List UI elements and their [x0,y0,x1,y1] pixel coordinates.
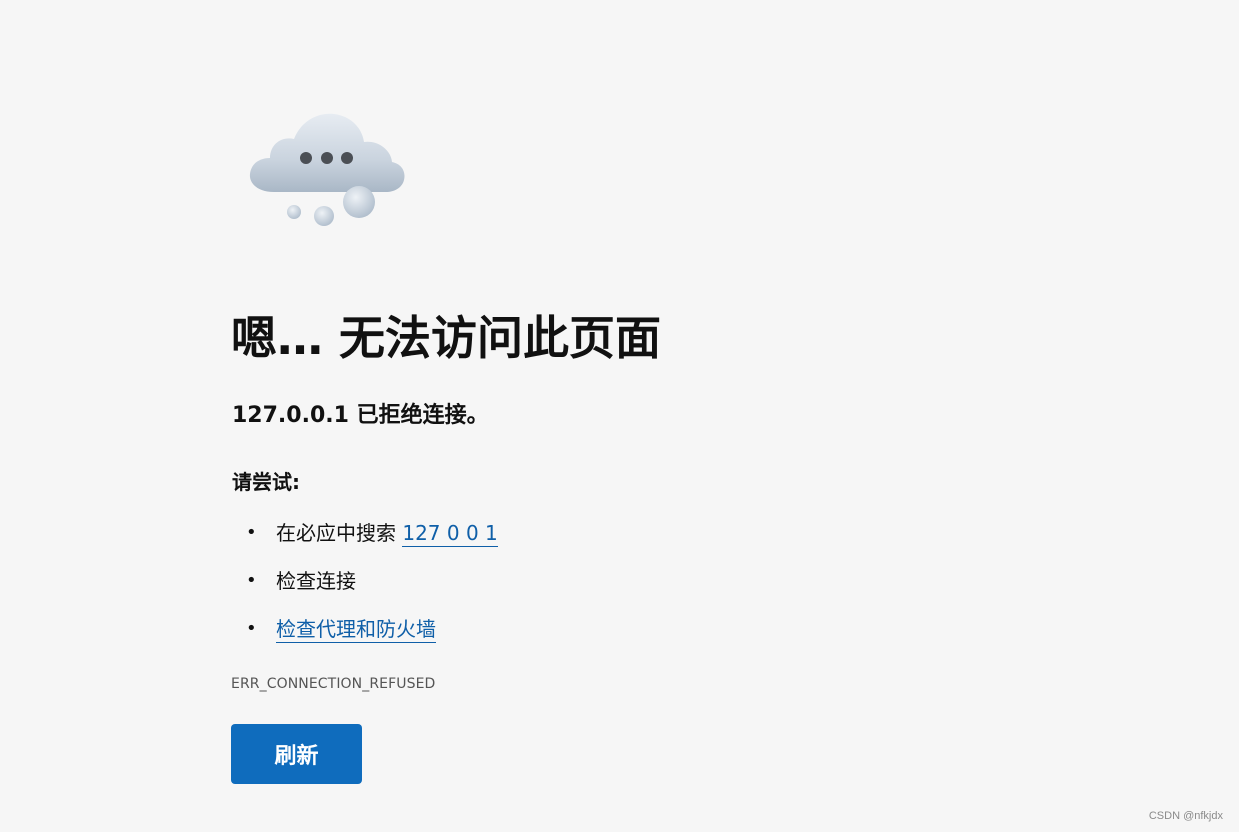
check-proxy-firewall-link[interactable]: 检查代理和防火墙 [276,617,436,643]
refresh-button[interactable]: 刷新 [231,724,362,784]
list-item: • 检查代理和防火墙 [232,612,498,660]
error-subtitle: 127.0.0.1 已拒绝连接。 [232,403,489,428]
bing-search-link[interactable]: 127 0 0 1 [402,521,498,547]
list-item: • 检查连接 [232,564,498,612]
try-heading: 请尝试: [232,470,300,494]
error-page: 嗯… 无法访问此页面 127.0.0.1 已拒绝连接。 请尝试: • 在必应中搜… [0,0,1239,832]
bullet: • [246,522,257,543]
page-title: 嗯… 无法访问此页面 [231,311,662,365]
cloud-ellipsis-icon [249,113,405,226]
list-item: • 在必应中搜索 127 0 0 1 [232,516,498,564]
bullet: • [246,570,257,591]
watermark: CSDN @nfkjdx [1148,810,1223,822]
suggestion-text-search: 在必应中搜索 [276,521,403,545]
suggestion-text-check-connection: 检查连接 [276,569,356,593]
suggestion-list: • 在必应中搜索 127 0 0 1 • 检查连接 • 检查代理和防火墙 [232,516,498,660]
error-code: ERR_CONNECTION_REFUSED [231,676,436,692]
bullet: • [246,618,257,639]
